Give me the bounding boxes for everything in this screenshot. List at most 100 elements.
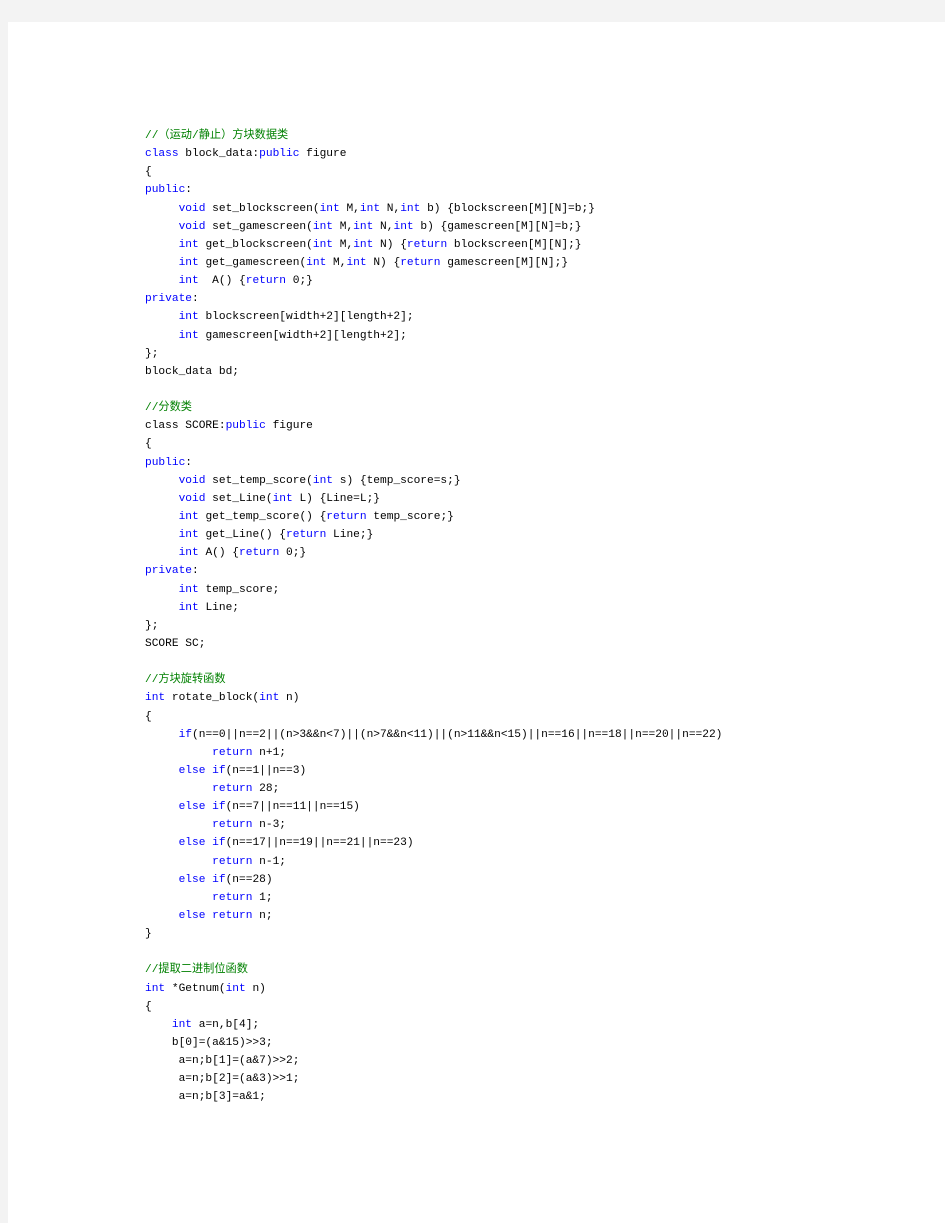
code-section-score-class: //分数类 class SCORE:public figure{public: v… (145, 399, 722, 671)
keyword-token: int (359, 202, 381, 215)
text-token: b) {gamescreen[M][N]=b;} (413, 220, 582, 233)
comment-token: //提取二进制位函数 (145, 964, 248, 977)
keyword-token: else (178, 910, 206, 923)
code-line: else if(n==28) (145, 871, 722, 889)
keyword-token: void (178, 220, 206, 233)
keyword-token: public (145, 184, 186, 197)
text-token: { (145, 166, 152, 179)
code-line: int rotate_block(int n) (145, 689, 722, 707)
keyword-token: int (312, 220, 334, 233)
text-token: n) (245, 982, 266, 995)
code-line: int *Getnum(int n) (145, 980, 722, 998)
text-token: block_data: (178, 148, 260, 161)
keyword-token: private (145, 293, 192, 306)
text-token: (n==1||n==3) (225, 764, 307, 777)
text-token: (n==17||n==19||n==21||n==23) (225, 837, 414, 850)
text-token: 1; (252, 891, 273, 904)
keyword-token: private (145, 565, 192, 578)
code-line: int A() {return 0;} (145, 272, 722, 290)
keyword-token: int (312, 474, 334, 487)
code-line: int a=n,b[4]; (145, 1016, 722, 1034)
code-line: { (145, 708, 722, 726)
keyword-token: int (178, 547, 199, 560)
code-line: else if(n==17||n==19||n==21||n==23) (145, 834, 722, 852)
keyword-token: int (312, 238, 334, 251)
text-token: n-3; (252, 819, 287, 832)
text-token: : (192, 293, 199, 306)
comment-token: //（运动/静止）方块数据类 (145, 130, 289, 142)
text-token: N) { (366, 256, 401, 269)
code-line: void set_Line(int L) {Line=L;} (145, 490, 722, 508)
text-token: set_blockscreen( (205, 202, 320, 215)
keyword-token: return (400, 256, 441, 269)
keyword-token: else (178, 873, 206, 886)
text-token: SCORE SC; (145, 637, 206, 650)
keyword-token: else (178, 801, 206, 814)
code-line: //提取二进制位函数 (145, 961, 722, 979)
keyword-token: int (178, 601, 199, 614)
text-token: 0;} (279, 547, 307, 560)
keyword-token: int (178, 311, 199, 324)
code-line: public: (145, 181, 722, 199)
text-token: { (145, 710, 152, 723)
code-line: int get_Line() {return Line;} (145, 526, 722, 544)
text-token: (n==7||n==11||n==15) (225, 801, 360, 814)
code-line: int Line; (145, 599, 722, 617)
keyword-token: return (212, 910, 253, 923)
code-line: private: (145, 290, 722, 308)
keyword-token: return (212, 819, 253, 832)
keyword-token: int (178, 238, 199, 251)
code-line: { (145, 998, 722, 1016)
text-token: }; (145, 347, 159, 360)
text-token: b) {blockscreen[M][N]=b;} (420, 202, 595, 215)
text-token: blockscreen[M][N];} (447, 238, 582, 251)
code-line: } (145, 925, 722, 943)
keyword-token: int (145, 982, 166, 995)
keyword-token: int (178, 583, 199, 596)
keyword-token: int (346, 256, 367, 269)
code-line: }; (145, 345, 722, 363)
keyword-token: if (212, 873, 226, 886)
code-line: SCORE SC; (145, 635, 722, 653)
text-token: M, (326, 256, 347, 269)
keyword-token: return (212, 783, 253, 796)
code-line: class block_data:public figure (145, 145, 722, 163)
code-line: //方块旋转函数 (145, 671, 722, 689)
text-token: a=n,b[4]; (192, 1018, 260, 1031)
keyword-token: return (286, 529, 327, 542)
comment-token: //分数类 (145, 402, 192, 415)
code-section-rotate-block-function: //方块旋转函数 int rotate_block(int n){ if(n==0… (145, 671, 722, 961)
text-token: get_gamescreen( (198, 256, 307, 269)
keyword-token: int (145, 692, 166, 705)
text-token: N) { (373, 238, 407, 251)
text-token: set_temp_score( (205, 474, 313, 487)
code-line: int blockscreen[width+2][length+2]; (145, 308, 722, 326)
text-token: : (192, 565, 199, 578)
code-line: return 28; (145, 780, 722, 798)
code-line: int temp_score; (145, 581, 722, 599)
code-line: a=n;b[1]=(a&7)>>2; (145, 1052, 722, 1070)
text-token: gamescreen[M][N];} (440, 256, 569, 269)
keyword-token: return (326, 510, 367, 523)
keyword-token: return (212, 855, 253, 868)
text-token: 28; (252, 783, 280, 796)
code-section-getnum-function: //提取二进制位函数 int *Getnum(int n){ int a=n,b[… (145, 961, 722, 1106)
text-token: blockscreen[width+2][length+2]; (198, 311, 414, 324)
comment-token: //方块旋转函数 (145, 674, 226, 687)
text-token: a=n;b[1]=(a&7)>>2; (145, 1055, 300, 1068)
text-token: a=n;b[3]=a&1; (145, 1091, 266, 1104)
keyword-token: return (212, 746, 253, 759)
